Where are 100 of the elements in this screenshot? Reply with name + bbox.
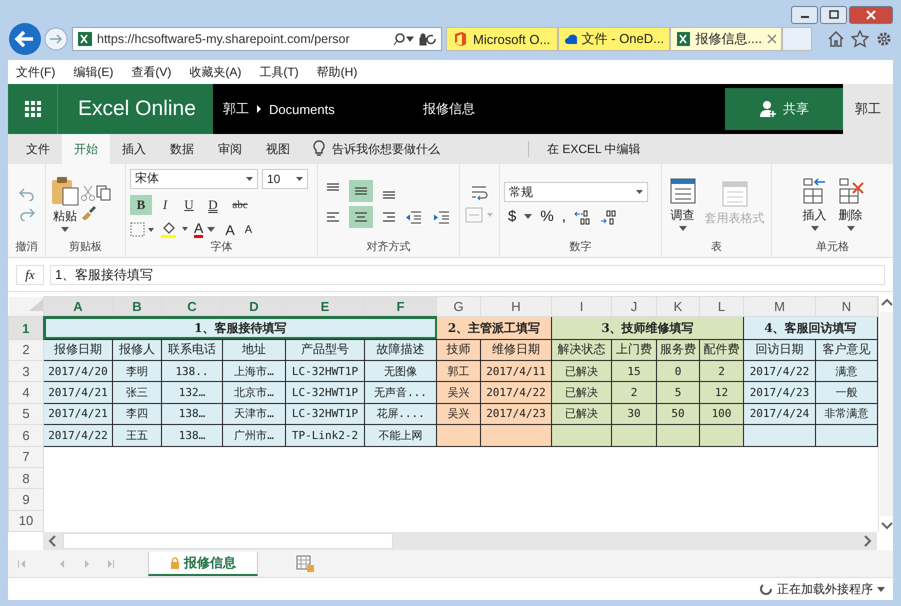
- row-header[interactable]: 4: [8, 382, 44, 404]
- menu-item[interactable]: 查看(V): [131, 64, 172, 80]
- edit-in-excel-link[interactable]: 在 EXCEL 中编辑: [535, 134, 653, 164]
- format-button[interactable]: abc: [226, 194, 254, 214]
- column-header[interactable]: M: [744, 296, 816, 317]
- function-button[interactable]: fx: [16, 264, 44, 284]
- row-header[interactable]: 2: [8, 339, 44, 361]
- group-label: 字体: [210, 240, 234, 255]
- breadcrumb-link[interactable]: Documents: [269, 102, 335, 116]
- menu-item[interactable]: 编辑(E): [73, 64, 114, 80]
- percent-button[interactable]: %: [540, 208, 554, 225]
- formula-field[interactable]: 1、客服接待填写: [50, 264, 885, 284]
- format-button[interactable]: B: [130, 194, 152, 214]
- home-icon[interactable]: [827, 30, 845, 48]
- back-button[interactable]: [8, 22, 42, 56]
- browser-tab[interactable]: Microsoft O...: [446, 27, 558, 51]
- column-header[interactable]: D: [222, 296, 286, 317]
- align-button[interactable]: [348, 180, 372, 202]
- column-header[interactable]: J: [612, 296, 656, 317]
- paste-button[interactable]: 粘贴: [50, 176, 80, 232]
- horizontal-scrollbar[interactable]: [43, 532, 877, 550]
- row-header[interactable]: 9: [8, 488, 44, 510]
- format-button[interactable]: D: [202, 194, 224, 214]
- app-launcher-button[interactable]: [8, 84, 58, 134]
- brush-icon[interactable]: [80, 204, 96, 220]
- font-name-dropdown[interactable]: 宋体: [130, 168, 258, 188]
- row-header[interactable]: 8: [8, 467, 44, 489]
- column-header[interactable]: H: [480, 296, 552, 317]
- star-icon[interactable]: [851, 30, 869, 48]
- comma-button[interactable]: ,: [562, 208, 566, 225]
- url-text: https://hcsoftware5-my.sharepoint.com/persor: [97, 32, 351, 46]
- increase-indent-icon[interactable]: [432, 208, 450, 224]
- menu-item[interactable]: 文件(F): [16, 64, 56, 80]
- menu-item[interactable]: 收藏夹(A): [189, 64, 242, 80]
- scroll-up-icon[interactable]: [878, 296, 893, 308]
- decrease-indent-icon[interactable]: [404, 208, 422, 224]
- browser-tab[interactable]: 报修信息....: [670, 27, 782, 51]
- address-tools-icon[interactable]: [393, 32, 437, 46]
- cells-button[interactable]: 插入: [800, 176, 828, 230]
- close-button[interactable]: [849, 6, 893, 24]
- copy-icon[interactable]: [96, 184, 112, 200]
- column-header[interactable]: A: [44, 296, 112, 317]
- sheet-tab[interactable]: 报修信息: [148, 552, 258, 576]
- align-button[interactable]: [348, 206, 372, 228]
- font-size-dropdown[interactable]: 10: [262, 168, 308, 188]
- ribbon-tab[interactable]: 视图: [254, 134, 302, 164]
- menu-item[interactable]: 工具(T): [259, 64, 299, 80]
- cells-button[interactable]: 删除: [836, 176, 864, 230]
- wrap-text-icon[interactable]: [470, 184, 488, 200]
- number-format-dropdown[interactable]: 常规: [504, 182, 648, 202]
- maximize-button[interactable]: [820, 6, 847, 24]
- table-button[interactable]: 调查: [668, 176, 696, 230]
- font-color-button[interactable]: A: [194, 221, 204, 238]
- column-header[interactable]: K: [656, 296, 700, 317]
- group-label: 对齐方式: [366, 240, 412, 255]
- fill-color-icon[interactable]: [160, 220, 190, 238]
- address-bar[interactable]: https://hcsoftware5-my.sharepoint.com/persor: [72, 27, 442, 51]
- row-header[interactable]: 7: [8, 446, 44, 468]
- app-name[interactable]: Excel Online: [58, 84, 213, 134]
- minimize-button[interactable]: [791, 6, 818, 24]
- merge-cells-icon[interactable]: [464, 206, 494, 222]
- browser-tab[interactable]: 文件 - OneD...: [558, 27, 670, 51]
- sheet-lock-icon[interactable]: [296, 554, 316, 572]
- share-button[interactable]: 共享: [725, 88, 843, 130]
- menu-item[interactable]: 帮助(H): [316, 64, 358, 80]
- column-header[interactable]: E: [286, 296, 364, 317]
- row-header[interactable]: 5: [8, 403, 44, 425]
- row-header[interactable]: 3: [8, 360, 44, 382]
- settings-icon[interactable]: [875, 30, 893, 48]
- column-header[interactable]: L: [700, 296, 744, 317]
- ribbon-tab[interactable]: 数据: [158, 134, 206, 164]
- grow-font-button[interactable]: A: [225, 222, 235, 238]
- scroll-down-icon[interactable]: [878, 520, 893, 532]
- decrease-decimal-icon[interactable]: [574, 208, 592, 224]
- borders-icon[interactable]: [130, 222, 156, 238]
- breadcrumb-link[interactable]: 郭工: [223, 100, 249, 118]
- ribbon-tab[interactable]: 插入: [110, 134, 158, 164]
- ribbon-tab[interactable]: 开始: [62, 134, 110, 164]
- shrink-font-button[interactable]: A: [244, 224, 252, 236]
- tell-me-field[interactable]: 告诉我你想要做什么: [326, 140, 448, 158]
- column-header[interactable]: C: [162, 296, 222, 317]
- column-header[interactable]: F: [364, 296, 436, 317]
- format-button[interactable]: I: [154, 194, 176, 214]
- row-header[interactable]: 10: [8, 510, 44, 532]
- increase-decimal-icon[interactable]: [600, 208, 618, 224]
- caret-icon: [636, 190, 643, 194]
- row-header[interactable]: 6: [8, 424, 44, 446]
- currency-button[interactable]: $: [508, 208, 516, 225]
- table-cell: 2017/4/23: [744, 382, 816, 404]
- close-tab-icon[interactable]: [766, 34, 776, 44]
- column-header[interactable]: G: [436, 296, 480, 317]
- row-header[interactable]: 1: [8, 316, 44, 340]
- ribbon-tab[interactable]: 审阅: [206, 134, 254, 164]
- column-header[interactable]: N: [816, 296, 878, 317]
- format-button[interactable]: U: [178, 194, 200, 214]
- column-header[interactable]: B: [112, 296, 162, 317]
- column-header[interactable]: I: [552, 296, 612, 317]
- user-name[interactable]: 郭工: [843, 84, 893, 134]
- file-title[interactable]: 报修信息: [423, 100, 725, 118]
- ribbon-tab[interactable]: 文件: [14, 134, 62, 164]
